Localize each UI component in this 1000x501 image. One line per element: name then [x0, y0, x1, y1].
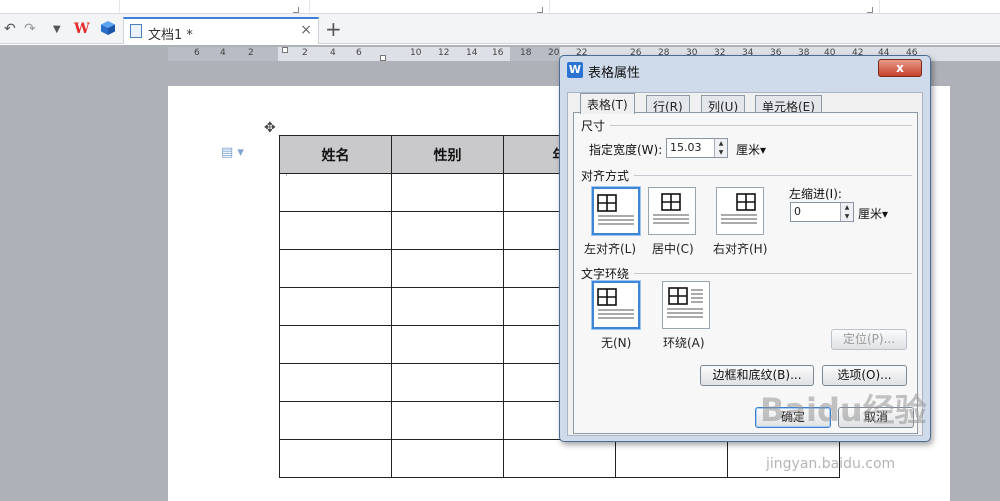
table-cell[interactable]: [391, 211, 504, 250]
table-cell[interactable]: [391, 249, 504, 288]
ruler-tick-label: 14: [466, 48, 478, 58]
ruler-tick-label: 2: [302, 48, 308, 58]
section-divider: [634, 273, 912, 274]
ruler-tick-label: 16: [492, 48, 504, 58]
width-label: 指定宽度(W):: [589, 143, 663, 157]
baidu-watermark-url: jingyan.baidu.com: [766, 456, 896, 472]
document-icon: [130, 24, 142, 38]
table-cell[interactable]: [391, 173, 504, 212]
redo-icon[interactable]: ↷: [24, 21, 36, 37]
quick-access-dropdown-icon[interactable]: ▼: [53, 24, 61, 35]
ribbon-dialog-launcher-icon[interactable]: [293, 7, 299, 13]
cloud-cube-icon[interactable]: [100, 20, 116, 36]
left-indent-spinbox[interactable]: 0 ▲ ▼: [790, 202, 854, 222]
baidu-watermark: Baidu经验: [760, 391, 927, 429]
align-center-icon: [653, 193, 689, 224]
ribbon-group: [550, 0, 880, 14]
table-cell[interactable]: [391, 439, 504, 478]
align-center-label[interactable]: 居中(C): [652, 240, 694, 257]
undo-icon[interactable]: ↶: [4, 21, 16, 37]
table-cell[interactable]: [279, 363, 392, 402]
borders-and-shading-button[interactable]: 边框和底纹(B)...: [700, 365, 814, 386]
table-cell[interactable]: [279, 211, 392, 250]
position-button[interactable]: 定位(P)...: [831, 329, 907, 350]
wps-logo-icon[interactable]: W: [74, 21, 90, 37]
table-cell[interactable]: [615, 439, 728, 478]
align-right-label[interactable]: 右对齐(H): [713, 240, 767, 257]
ruler-tick-label: 10: [410, 48, 422, 58]
wrap-around-option[interactable]: [662, 281, 710, 329]
section-divider: [610, 125, 912, 126]
new-tab-icon[interactable]: +: [325, 17, 342, 41]
table-move-handle-icon[interactable]: ✥: [264, 120, 280, 136]
table-cell[interactable]: [279, 173, 392, 212]
wrap-none-option[interactable]: [592, 281, 640, 329]
ruler-tick-label: 4: [220, 48, 226, 58]
wps-writer-icon: W: [567, 62, 583, 78]
dialog-titlebar[interactable]: W 表格属性 x: [560, 56, 930, 84]
table-cell[interactable]: [391, 363, 504, 402]
table-cell[interactable]: [391, 401, 504, 440]
wrap-around-label[interactable]: 环绕(A): [663, 334, 705, 351]
width-spinbox[interactable]: 15.03 ▲ ▼: [666, 138, 728, 158]
ruler-tick-label: 18: [520, 48, 532, 58]
ruler-tick-label: 6: [356, 48, 362, 58]
right-indent-marker[interactable]: [380, 55, 386, 61]
ruler-tick-label: 4: [330, 48, 336, 58]
ruler-tick-label: 12: [438, 48, 450, 58]
table-row: [279, 439, 840, 478]
ribbon-group: [310, 0, 550, 14]
options-button[interactable]: 选项(O)...: [822, 365, 907, 386]
width-spin-arrows-icon[interactable]: ▲ ▼: [714, 139, 727, 157]
wrap-none-icon: [597, 288, 634, 319]
left-indent-label: 左缩进(I):: [789, 187, 842, 201]
align-right-option[interactable]: [716, 187, 764, 235]
table-properties-dialog: W 表格属性 x 表格(T) 行(R) 列(U) 单元格(E) 尺寸 指定宽度(…: [559, 55, 931, 442]
wrap-none-label[interactable]: 无(N): [601, 334, 631, 351]
table-cell[interactable]: [279, 439, 392, 478]
alignment-section-heading: 对齐方式: [581, 169, 630, 183]
width-unit-dropdown[interactable]: 厘米▾: [736, 141, 766, 158]
align-left-icon: [597, 194, 634, 225]
ruler-tick-label: 6: [194, 48, 200, 58]
align-right-icon: [721, 193, 757, 224]
left-indent-value: 0: [794, 205, 801, 218]
table-cell[interactable]: [391, 287, 504, 326]
table-header-cell[interactable]: 性别: [391, 135, 504, 174]
tab-table[interactable]: 表格(T): [580, 93, 635, 114]
first-line-indent-marker[interactable]: [282, 47, 288, 53]
size-section-heading: 尺寸: [581, 119, 606, 133]
ribbon-group: [120, 0, 310, 14]
section-divider: [634, 175, 912, 176]
table-cell[interactable]: [391, 325, 504, 364]
align-left-label[interactable]: 左对齐(L): [584, 240, 636, 257]
table-header-cell[interactable]: 姓名: [279, 135, 392, 174]
indent-unit-dropdown[interactable]: 厘米▾: [858, 205, 888, 222]
ribbon-dialog-launcher-icon[interactable]: [867, 7, 873, 13]
text-wrap-section-heading: 文字环绕: [581, 267, 630, 281]
table-cell[interactable]: [279, 325, 392, 364]
dialog-title: 表格属性: [588, 66, 641, 81]
ribbon-bottom-strip: [0, 0, 1000, 14]
align-center-option[interactable]: [648, 187, 696, 235]
ribbon-dialog-launcher-icon[interactable]: [537, 7, 543, 13]
document-title: 文档1 *: [148, 28, 193, 43]
ruler-tick-label: 20: [548, 48, 560, 58]
left-indent-spin-arrows-icon[interactable]: ▲ ▼: [840, 203, 853, 221]
ruler-tick-label: 2: [248, 48, 254, 58]
document-outline-icon[interactable]: ▤ ▾: [221, 145, 244, 160]
tab-document[interactable]: 文档1 * ×: [123, 17, 319, 44]
wrap-around-icon: [667, 287, 703, 318]
align-left-option[interactable]: [592, 187, 640, 235]
table-cell[interactable]: [279, 287, 392, 326]
width-value: 15.03: [670, 141, 702, 154]
document-tab-bar: ↶ ↷ ▼ W 文档1 * × +: [0, 14, 1000, 44]
table-cell[interactable]: [503, 439, 616, 478]
ribbon-group: [0, 0, 120, 14]
dialog-close-button[interactable]: x: [878, 59, 922, 77]
table-cell[interactable]: [279, 401, 392, 440]
close-tab-icon[interactable]: ×: [300, 22, 312, 38]
table-cell[interactable]: [279, 249, 392, 288]
